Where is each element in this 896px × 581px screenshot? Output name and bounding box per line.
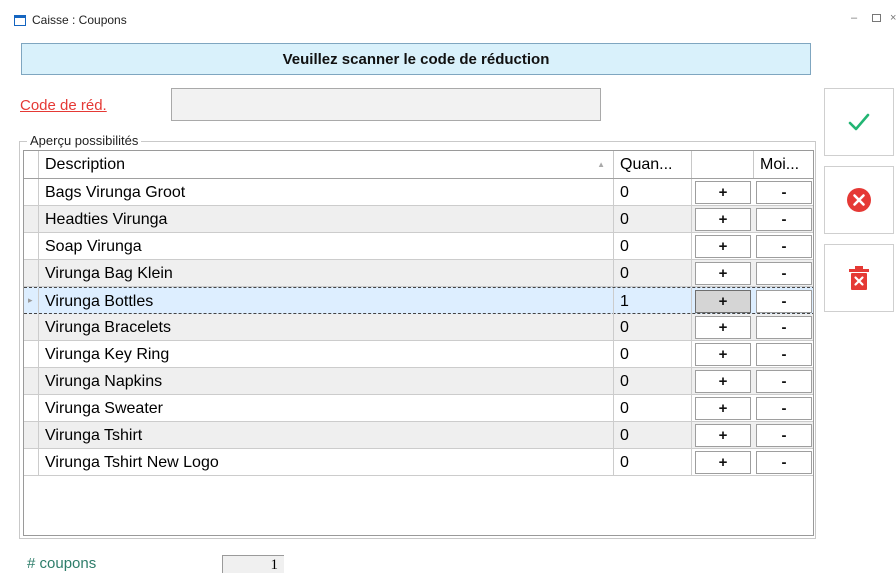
cell-quantity[interactable]: 0 [614,449,692,475]
table-row[interactable]: Headties Virunga 0 + - [24,206,813,233]
column-header-description[interactable]: Description ▲ [39,151,614,178]
row-header[interactable] [24,422,39,448]
plus-button[interactable]: + [695,370,751,393]
table-row[interactable]: Virunga Tshirt New Logo 0 + - [24,449,813,476]
column-header-description-label: Description [45,156,126,173]
row-header-corner [24,151,39,178]
cell-description[interactable]: Virunga Bag Klein [39,260,614,286]
plus-button[interactable]: + [695,235,751,258]
checkmark-icon [848,113,870,131]
plus-button[interactable]: + [695,343,751,366]
cell-quantity[interactable]: 0 [614,422,692,448]
cell-description[interactable]: Virunga Tshirt New Logo [39,449,614,475]
cell-description[interactable]: Headties Virunga [39,206,614,232]
cell-description[interactable]: Virunga Napkins [39,368,614,394]
cell-description[interactable]: Virunga Bracelets [39,314,614,340]
row-header[interactable] [24,449,39,475]
cancel-circle-icon [847,188,871,212]
cell-description[interactable]: Bags Virunga Groot [39,179,614,205]
minus-button[interactable]: - [756,208,812,231]
plus-button[interactable]: + [695,208,751,231]
minus-button[interactable]: - [756,316,812,339]
coupons-count-label: # coupons [27,555,97,572]
row-header[interactable] [24,341,39,367]
plus-button[interactable]: + [695,181,751,204]
plus-button[interactable]: + [695,262,751,285]
delete-button[interactable] [824,244,894,312]
coupons-count-value: 1 [222,555,284,573]
minus-button[interactable]: - [756,181,812,204]
cell-quantity[interactable]: 0 [614,314,692,340]
title-bar: Caisse : Coupons – × [0,0,896,36]
cell-quantity[interactable]: 0 [614,206,692,232]
minus-button[interactable]: - [756,343,812,366]
row-header[interactable] [24,179,39,205]
minus-button[interactable]: - [756,290,812,313]
row-header[interactable] [24,233,39,259]
cancel-button[interactable] [824,166,894,234]
close-button[interactable]: × [890,12,896,24]
column-header-minus[interactable]: Moi... [754,151,813,178]
table-row[interactable]: Virunga Napkins 0 + - [24,368,813,395]
confirm-button[interactable] [824,88,894,156]
row-header[interactable] [24,314,39,340]
minus-button[interactable]: - [756,262,812,285]
table-row[interactable]: Bags Virunga Groot 0 + - [24,179,813,206]
plus-button[interactable]: + [695,451,751,474]
row-header[interactable] [24,368,39,394]
minus-button[interactable]: - [756,424,812,447]
plus-button[interactable]: + [695,424,751,447]
minus-button[interactable]: - [756,370,812,393]
table-row[interactable]: ▸ Virunga Bottles 1 + - [24,287,813,314]
table-row[interactable]: Virunga Key Ring 0 + - [24,341,813,368]
maximize-button[interactable] [872,14,881,22]
scan-instruction-banner: Veuillez scanner le code de réduction [21,43,811,75]
row-header[interactable] [24,260,39,286]
row-header[interactable] [24,395,39,421]
table-row[interactable]: Virunga Tshirt 0 + - [24,422,813,449]
discount-code-label[interactable]: Code de réd. [20,97,107,114]
cell-description[interactable]: Virunga Bottles [39,288,614,314]
possibilities-group-label: Aperçu possibilités [27,133,142,148]
column-header-quantity[interactable]: Quan... [614,151,692,178]
column-header-plus[interactable] [692,151,754,178]
plus-button[interactable]: + [695,397,751,420]
window-icon [14,15,26,26]
cell-description[interactable]: Virunga Key Ring [39,341,614,367]
current-row-indicator-icon: ▸ [28,295,33,305]
cell-quantity[interactable]: 0 [614,233,692,259]
plus-button[interactable]: + [695,290,751,313]
sort-ascending-icon: ▲ [597,160,605,169]
discount-code-input[interactable] [171,88,601,121]
cell-quantity[interactable]: 0 [614,341,692,367]
cell-description[interactable]: Virunga Tshirt [39,422,614,448]
minus-button[interactable]: - [756,235,812,258]
coupons-grid[interactable]: Description ▲ Quan... Moi... Bags Virung… [23,150,814,536]
table-row[interactable]: Virunga Bracelets 0 + - [24,314,813,341]
cell-quantity[interactable]: 0 [614,368,692,394]
cell-description[interactable]: Virunga Sweater [39,395,614,421]
row-header[interactable] [24,206,39,232]
minimize-button[interactable]: – [851,12,857,24]
cell-description[interactable]: Soap Virunga [39,233,614,259]
table-row[interactable]: Virunga Sweater 0 + - [24,395,813,422]
cell-quantity[interactable]: 0 [614,395,692,421]
window-title: Caisse : Coupons [32,13,127,27]
cell-quantity[interactable]: 0 [614,179,692,205]
table-row[interactable]: Virunga Bag Klein 0 + - [24,260,813,287]
minus-button[interactable]: - [756,451,812,474]
grid-header: Description ▲ Quan... Moi... [24,151,813,179]
plus-button[interactable]: + [695,316,751,339]
minus-button[interactable]: - [756,397,812,420]
cell-quantity[interactable]: 1 [614,288,692,314]
table-row[interactable]: Soap Virunga 0 + - [24,233,813,260]
row-header[interactable]: ▸ [24,288,39,314]
trash-icon [849,266,869,290]
cell-quantity[interactable]: 0 [614,260,692,286]
